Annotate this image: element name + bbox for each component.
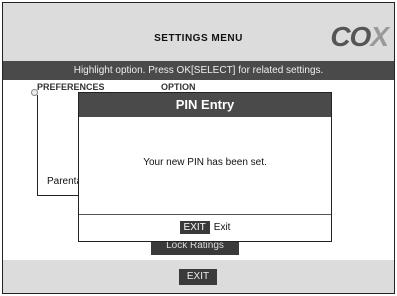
dialog-exit-label: Exit [213, 222, 231, 233]
pin-entry-dialog: PIN Entry Your new PIN has been set. EXI… [78, 92, 332, 242]
header: SETTINGS MENU COX [3, 3, 394, 61]
exit-key-chip: EXIT [179, 221, 210, 234]
preferences-column-header: PREFERENCES [37, 82, 105, 92]
exit-button[interactable]: EXIT [179, 269, 217, 285]
dialog-title: PIN Entry [79, 93, 331, 117]
dialog-exit-button[interactable]: EXIT Exit [79, 221, 331, 234]
tree-line [37, 95, 38, 195]
option-column-header: OPTION [161, 82, 196, 92]
instruction-bar: Highlight option. Press OK[SELECT] for r… [3, 61, 394, 80]
dialog-divider [79, 214, 331, 215]
dialog-message: Your new PIN has been set. [143, 157, 267, 168]
cox-logo: COX [330, 21, 389, 52]
